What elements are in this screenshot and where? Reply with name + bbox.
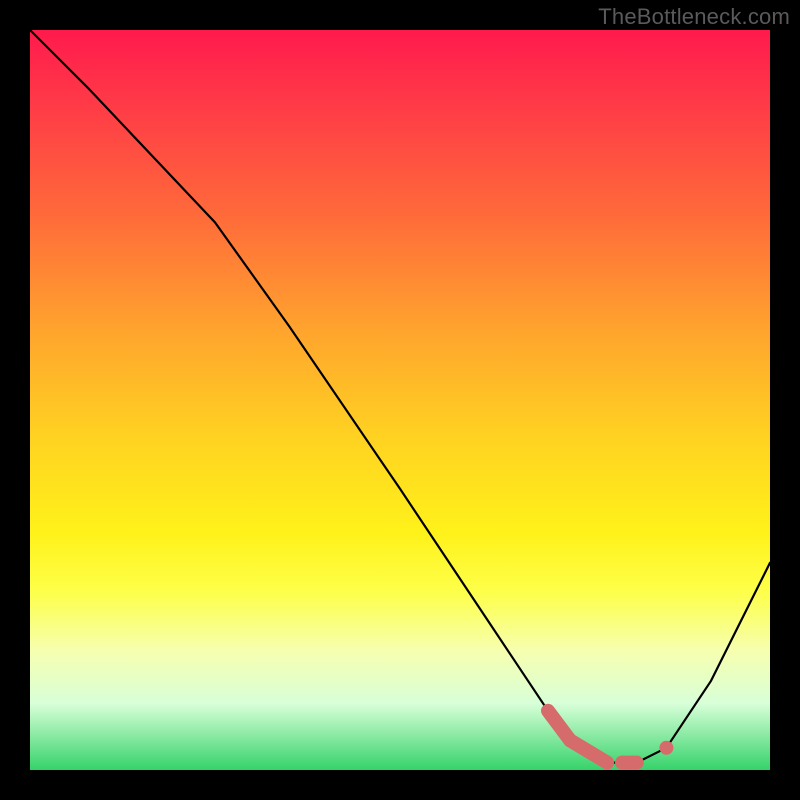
- highlight-dot: [659, 741, 673, 755]
- chart-overlay: [30, 30, 770, 770]
- highlight-segment: [548, 711, 607, 763]
- bottleneck-curve: [30, 30, 770, 763]
- chart-frame: TheBottleneck.com: [0, 0, 800, 800]
- watermark-text: TheBottleneck.com: [598, 4, 790, 30]
